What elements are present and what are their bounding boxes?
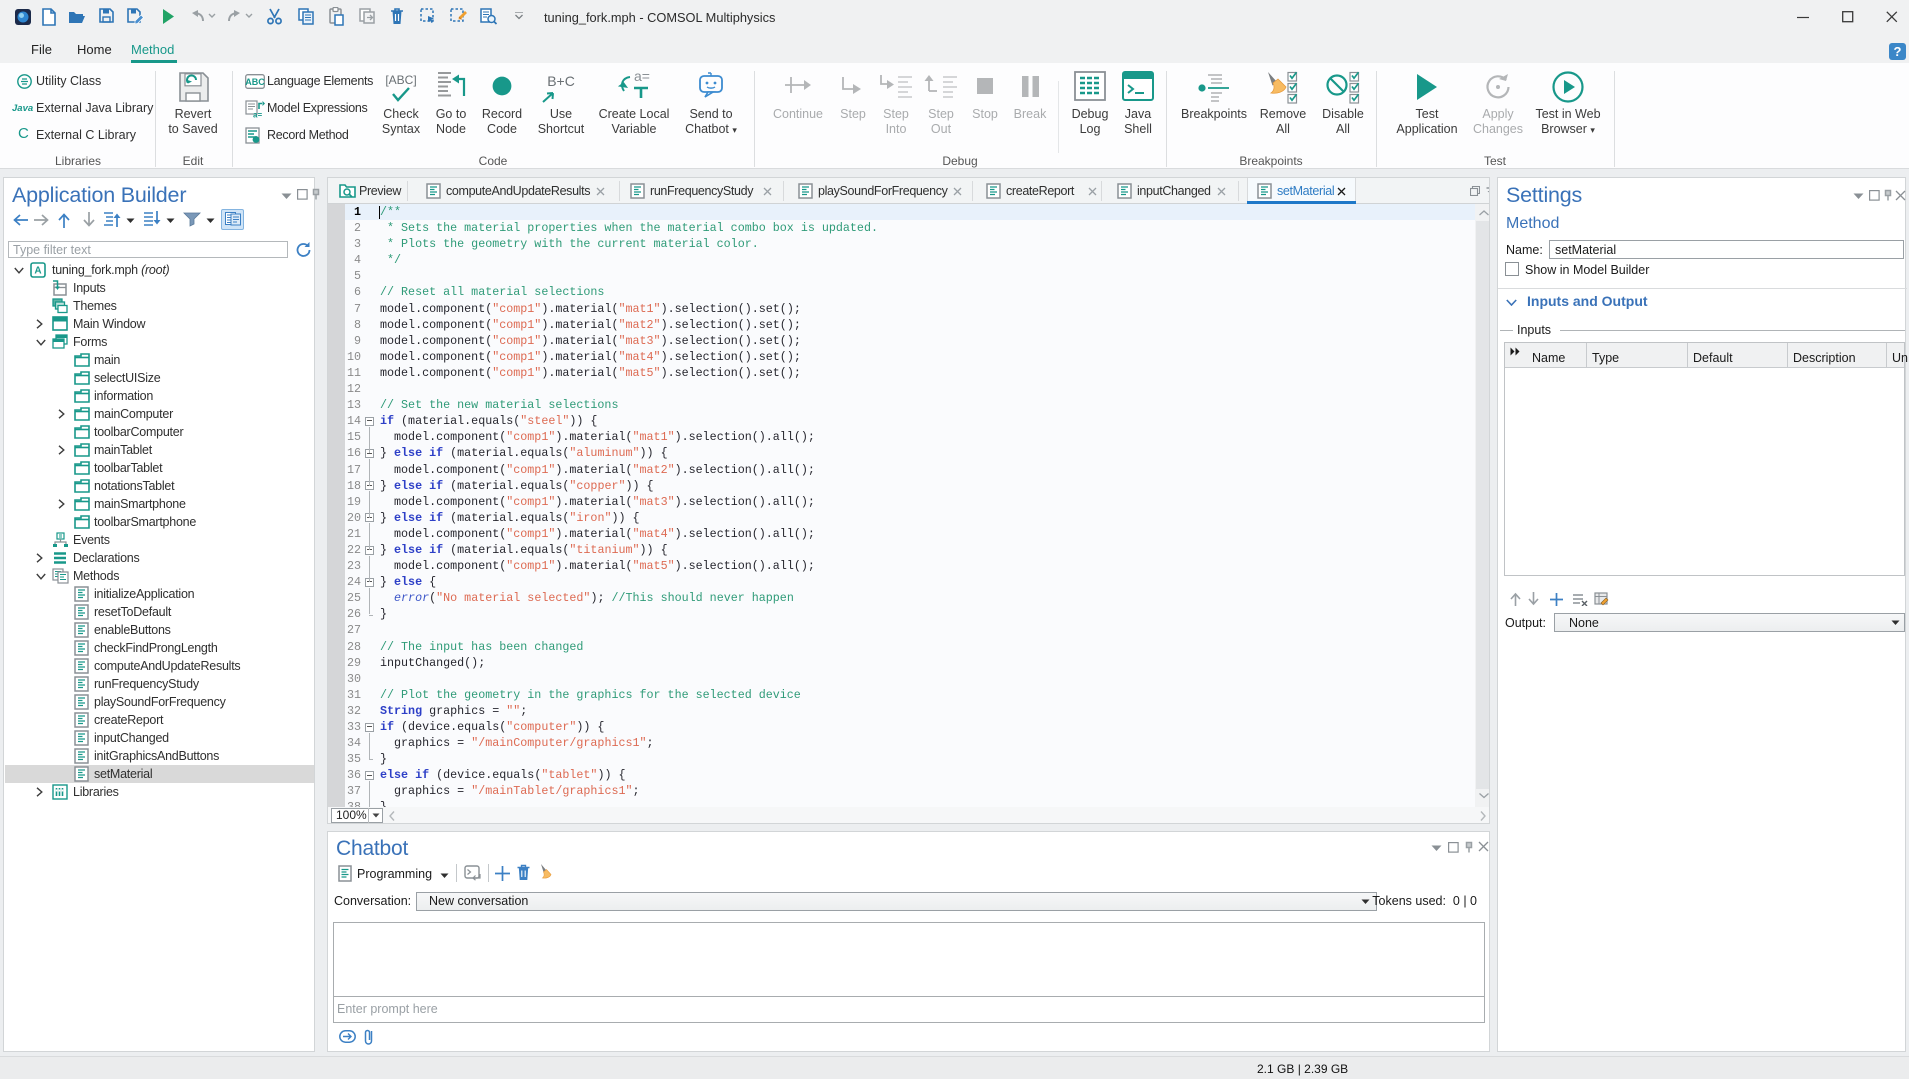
svg-text:ABC: ABC	[245, 77, 265, 87]
svg-text:a=: a=	[253, 111, 262, 119]
svg-text:a=: a=	[634, 69, 650, 84]
svg-text:A: A	[34, 266, 41, 277]
